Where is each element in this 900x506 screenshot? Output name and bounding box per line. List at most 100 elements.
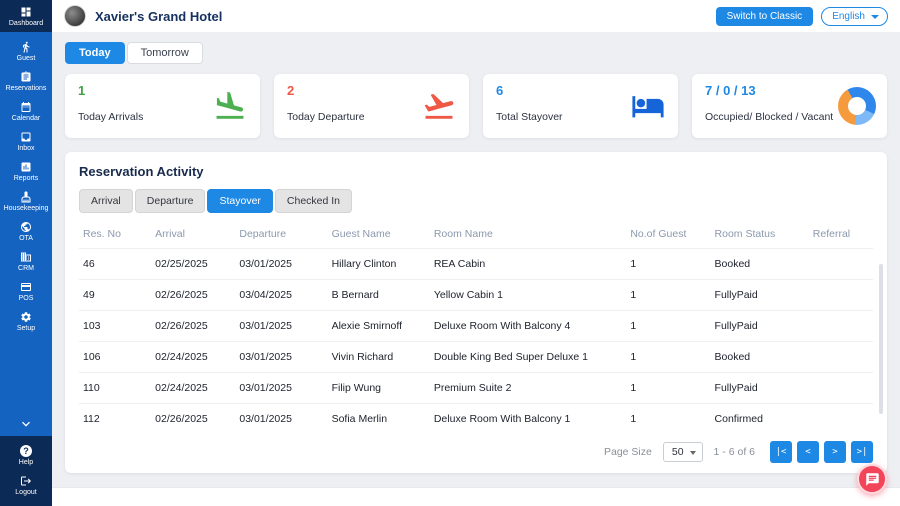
reports-icon <box>21 162 31 171</box>
tab-today[interactable]: Today <box>65 42 125 64</box>
chevron-down-icon <box>22 421 30 427</box>
sidebar-item-calendar[interactable]: Calendar <box>0 96 52 126</box>
table-scrollbar[interactable] <box>879 264 883 414</box>
stat-card-arrivals: 1 Today Arrivals <box>65 74 260 138</box>
sidebar-item-label: Dashboard <box>8 19 44 27</box>
sidebar-item-logout[interactable]: Logout <box>0 470 52 500</box>
cell-arrival: 02/24/2025 <box>151 341 236 373</box>
language-select[interactable]: English <box>821 6 888 26</box>
sidebar-item-label: Housekeeping <box>3 204 49 212</box>
panel-title: Reservation Activity <box>79 164 204 179</box>
last-page-button[interactable]: >| <box>851 441 873 463</box>
sidebar-collapse-button[interactable] <box>0 412 52 436</box>
cell-room-status: Confirmed <box>710 403 809 434</box>
previous-page-button[interactable]: < <box>797 441 819 463</box>
next-page-button[interactable]: > <box>824 441 846 463</box>
table-header-row: Res. No Arrival Departure Guest Name Roo… <box>79 221 873 249</box>
logout-icon <box>21 476 31 485</box>
cell-departure: 03/01/2025 <box>235 341 328 373</box>
sidebar-item-label: Setup <box>16 324 36 332</box>
sidebar-item-dashboard[interactable]: Dashboard <box>0 0 52 32</box>
cell-res-no: 49 <box>79 279 152 311</box>
cell-room-status: FullyPaid <box>710 279 809 311</box>
cell-room-name: Deluxe Room With Balcony 4 <box>429 310 627 342</box>
sidebar-item-label: OTA <box>19 234 33 242</box>
cell-guest-name: Alexie Smirnoff <box>327 310 430 342</box>
cell-arrival: 02/26/2025 <box>151 403 236 434</box>
cell-room-name: REA Cabin <box>429 248 627 280</box>
cell-guest-name: Filip Wung <box>327 372 430 404</box>
calendar-icon <box>21 101 31 112</box>
cell-guest-name: Hillary Clinton <box>327 248 430 280</box>
tab-tomorrow[interactable]: Tomorrow <box>126 42 203 64</box>
sidebar-item-setup[interactable]: Setup <box>0 306 52 336</box>
cell-room-name: Double King Bed Super Deluxe 1 <box>429 341 627 373</box>
reservations-icon <box>21 71 31 81</box>
chat-fab-button[interactable] <box>857 464 887 494</box>
cell-res-no: 110 <box>79 372 152 404</box>
col-no-of-guest: No.of Guest <box>630 228 687 240</box>
tab-stayover[interactable]: Stayover <box>207 189 273 213</box>
dashboard-content: Today Tomorrow 1 Today Arrivals 2 Today … <box>52 33 900 487</box>
sidebar-item-reports[interactable]: Reports <box>0 156 52 186</box>
sidebar-item-guest[interactable]: Guest <box>0 36 52 66</box>
tab-arrival[interactable]: Arrival <box>79 189 133 213</box>
first-page-button[interactable]: |< <box>770 441 792 463</box>
cell-referral <box>808 403 873 434</box>
sidebar-item-label: Guest <box>16 54 36 62</box>
main-area: Xavier's Grand Hotel Switch to Classic E… <box>52 0 900 506</box>
pagination-controls: |< < > >| <box>770 441 873 463</box>
page-size-select[interactable]: 50 <box>662 442 703 462</box>
sidebar-item-label: Calendar <box>11 114 41 122</box>
tab-checked-in[interactable]: Checked In <box>274 189 353 213</box>
stat-card-departures: 2 Today Departure <box>274 74 469 138</box>
col-departure: Departure <box>239 228 287 240</box>
cell-referral <box>808 279 873 311</box>
sidebar-footer: ? Help Logout <box>0 436 52 506</box>
sidebar: Dashboard Guest Reservations Calendar In… <box>0 0 52 506</box>
housekeeping-icon <box>21 191 31 202</box>
cell-arrival: 02/25/2025 <box>151 248 236 280</box>
sidebar-item-pos[interactable]: POS <box>0 276 52 306</box>
page-title: Xavier's Grand Hotel <box>95 8 223 24</box>
cell-res-no: 112 <box>79 403 152 434</box>
pos-icon <box>21 282 31 291</box>
reservation-activity-panel: Reservation Activity Arrival Departure S… <box>65 152 887 473</box>
sidebar-item-inbox[interactable]: Inbox <box>0 126 52 156</box>
cell-guest-name: B Bernard <box>327 279 430 311</box>
cell-no-of-guest: 1 <box>626 341 711 373</box>
sidebar-item-label: Reports <box>13 174 39 182</box>
stat-card-occupancy: 7 / 0 / 13 Occupied/ Blocked / Vacant <box>692 74 887 138</box>
cell-room-status: Booked <box>710 341 809 373</box>
col-referral: Referral <box>812 228 851 240</box>
cell-no-of-guest: 1 <box>626 372 711 404</box>
cell-departure: 03/01/2025 <box>235 403 328 434</box>
dashboard-icon <box>21 7 31 16</box>
sidebar-item-label: Help <box>18 458 34 466</box>
cell-departure: 03/04/2025 <box>235 279 328 311</box>
tab-departure[interactable]: Departure <box>134 189 206 213</box>
sidebar-item-crm[interactable]: CRM <box>0 246 52 276</box>
flight-takeoff-icon <box>424 94 454 119</box>
sidebar-item-ota[interactable]: OTA <box>0 216 52 246</box>
col-room-name: Room Name <box>433 228 493 240</box>
inbox-icon <box>21 132 31 141</box>
switch-to-classic-button[interactable]: Switch to Classic <box>715 6 814 26</box>
cell-arrival: 02/26/2025 <box>151 310 236 342</box>
cell-room-status: FullyPaid <box>710 372 809 404</box>
cell-room-name: Premium Suite 2 <box>429 372 627 404</box>
table-row: 46 02/25/2025 03/01/2025 Hillary Clinton… <box>79 248 873 280</box>
stat-card-stayover: 6 Total Stayover <box>483 74 678 138</box>
sidebar-item-housekeeping[interactable]: Housekeeping <box>0 186 52 216</box>
donut-chart-icon <box>838 87 876 125</box>
cell-no-of-guest: 1 <box>626 279 711 311</box>
cell-room-status: FullyPaid <box>710 310 809 342</box>
cell-no-of-guest: 1 <box>626 248 711 280</box>
sidebar-item-reservations[interactable]: Reservations <box>0 66 52 96</box>
cell-departure: 03/01/2025 <box>235 372 328 404</box>
sidebar-item-help[interactable]: ? Help <box>0 440 52 470</box>
sidebar-nav: Guest Reservations Calendar Inbox Report… <box>0 36 52 336</box>
cell-guest-name: Vivin Richard <box>327 341 430 373</box>
col-arrival: Arrival <box>155 228 185 240</box>
